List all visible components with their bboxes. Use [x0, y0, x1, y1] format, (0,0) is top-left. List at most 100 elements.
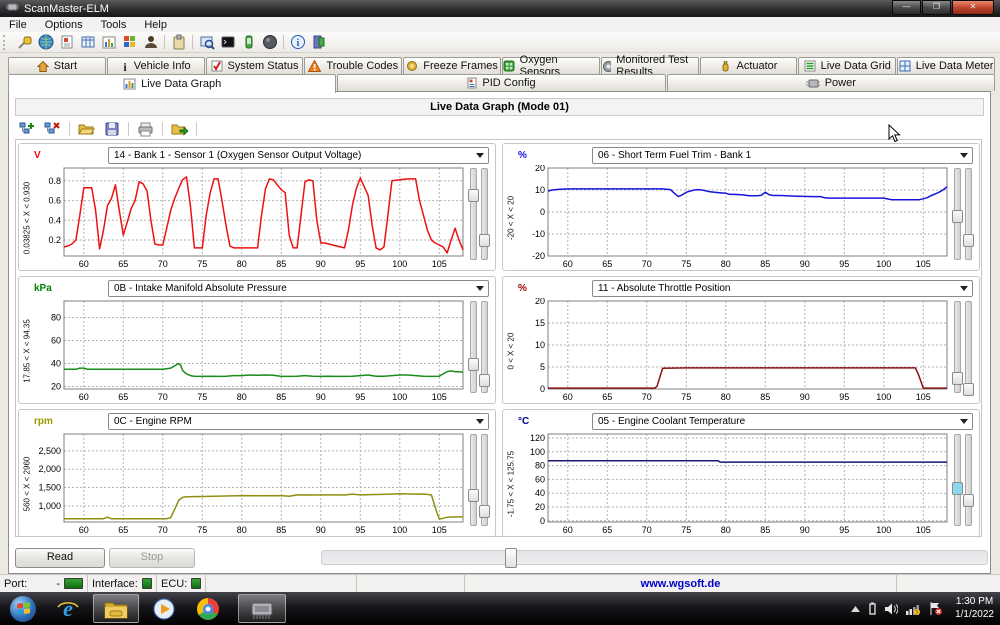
- tab-oxygen-sensors[interactable]: Oxygen Sensors: [502, 57, 600, 74]
- search-window-icon[interactable]: [196, 33, 217, 51]
- svg-text:60: 60: [79, 392, 89, 402]
- title-bar: ScanMaster-ELM — ❐ ✕: [0, 0, 1000, 17]
- live-data-grid-icon: [804, 60, 816, 72]
- menu-tools[interactable]: Tools: [92, 19, 136, 31]
- scale-slider[interactable]: [965, 168, 972, 260]
- y-range-label: 17.85 < X < 94.35: [20, 298, 34, 403]
- mouse-cursor: [888, 124, 901, 144]
- close-button[interactable]: ✕: [952, 0, 994, 15]
- taskbar-chrome-icon[interactable]: [192, 594, 224, 623]
- tab-trouble-codes[interactable]: Trouble Codes: [304, 57, 402, 74]
- svg-text:85: 85: [276, 392, 286, 402]
- menu-file[interactable]: File: [0, 19, 36, 31]
- svg-text:100: 100: [876, 392, 891, 402]
- website-link[interactable]: www.wgsoft.de: [469, 578, 892, 590]
- tab-live-data-grid[interactable]: Live Data Grid: [798, 57, 896, 74]
- pid-select[interactable]: 11 - Absolute Throttle Position: [592, 280, 973, 297]
- export-icon[interactable]: [169, 120, 190, 138]
- data-grid-icon[interactable]: [77, 33, 98, 51]
- tab-power[interactable]: Power: [667, 74, 995, 91]
- scale-slider[interactable]: [470, 301, 477, 393]
- ball-icon[interactable]: [259, 33, 280, 51]
- battery-icon[interactable]: [868, 602, 877, 615]
- tab-start[interactable]: Start: [8, 57, 106, 74]
- menu-options[interactable]: Options: [36, 19, 92, 31]
- tab-vehicle-info[interactable]: iVehicle Info: [107, 57, 205, 74]
- terminal-icon[interactable]: [217, 33, 238, 51]
- user-icon[interactable]: [140, 33, 161, 51]
- connect-icon[interactable]: [14, 33, 35, 51]
- pid-select[interactable]: 14 - Bank 1 - Sensor 1 (Oxygen Sensor Ou…: [108, 147, 489, 164]
- svg-text:105: 105: [432, 259, 447, 269]
- scale-slider[interactable]: [481, 301, 488, 393]
- svg-text:20: 20: [535, 165, 545, 173]
- exit-icon[interactable]: [308, 33, 329, 51]
- tab-live-data-graph[interactable]: Live Data Graph: [8, 74, 336, 93]
- print-icon[interactable]: [135, 120, 156, 138]
- volume-icon[interactable]: [885, 603, 898, 615]
- svg-text:90: 90: [800, 259, 810, 269]
- chevron-down-icon: [960, 419, 968, 424]
- plot-area: 60657075808590951001050.20.40.60.8: [34, 165, 466, 269]
- clipboard-icon[interactable]: [168, 33, 189, 51]
- scale-slider[interactable]: [470, 434, 477, 526]
- chevron-down-icon: [476, 286, 484, 291]
- web-icon[interactable]: [35, 33, 56, 51]
- scale-slider[interactable]: [965, 301, 972, 393]
- tab-system-status[interactable]: System Status: [206, 57, 304, 74]
- scale-slider[interactable]: [470, 168, 477, 260]
- tab-actuator[interactable]: Actuator: [700, 57, 798, 74]
- tab-live-data-meter[interactable]: Live Data Meter: [897, 57, 995, 74]
- interface-status: Interface:: [88, 575, 157, 592]
- scale-slider[interactable]: [481, 434, 488, 526]
- chevron-down-icon: [960, 286, 968, 291]
- svg-text:10: 10: [535, 340, 545, 350]
- svg-text:70: 70: [642, 392, 652, 402]
- scale-slider[interactable]: [954, 434, 961, 526]
- gear-icon: [602, 60, 611, 73]
- scale-slider[interactable]: [481, 168, 488, 260]
- svg-text:70: 70: [158, 525, 168, 535]
- taskbar-explorer-icon[interactable]: [93, 594, 139, 623]
- scale-slider[interactable]: [954, 301, 961, 393]
- svg-text:-10: -10: [532, 229, 545, 239]
- open-icon[interactable]: [76, 120, 97, 138]
- tab-pid-config[interactable]: PID Config: [337, 74, 665, 91]
- save-icon[interactable]: [101, 120, 122, 138]
- start-orb[interactable]: [8, 594, 38, 623]
- svg-text:1,500: 1,500: [38, 483, 61, 493]
- action-center-flag-icon[interactable]: [929, 602, 942, 615]
- tab-monitored-test-results[interactable]: Monitored Test Results: [601, 57, 699, 74]
- info-icon[interactable]: i: [287, 33, 308, 51]
- remove-graph-icon[interactable]: [42, 120, 63, 138]
- read-button[interactable]: Read: [15, 548, 105, 568]
- taskbar-scanmaster-icon[interactable]: [238, 594, 286, 623]
- report-icon[interactable]: [56, 33, 77, 51]
- pid-select[interactable]: 0C - Engine RPM: [108, 413, 489, 430]
- add-graph-icon[interactable]: [17, 120, 38, 138]
- minimize-button[interactable]: —: [892, 0, 921, 15]
- pid-select[interactable]: 06 - Short Term Fuel Trim - Bank 1: [592, 147, 973, 164]
- scale-slider[interactable]: [965, 434, 972, 526]
- tab-freeze-frames[interactable]: Freeze Frames: [403, 57, 501, 74]
- maximize-button[interactable]: ❐: [922, 0, 951, 15]
- taskbar-ie-icon[interactable]: e: [52, 594, 84, 623]
- pid-select[interactable]: 0B - Intake Manifold Absolute Pressure: [108, 280, 489, 297]
- windows-icon[interactable]: [119, 33, 140, 51]
- menu-help[interactable]: Help: [135, 19, 176, 31]
- y-range-label: -1.75 < X < 125.75: [504, 431, 518, 536]
- tray-expand-icon[interactable]: [851, 606, 860, 612]
- time-scroll-thumb[interactable]: [505, 548, 517, 568]
- scale-slider[interactable]: [954, 168, 961, 260]
- time-scroll-slider[interactable]: [321, 550, 988, 565]
- chart-unit: kPa: [20, 283, 108, 294]
- network-icon[interactable]: !: [906, 603, 921, 615]
- chart-engine-rpm: rpm 0C - Engine RPM 560 < X < 2960 60657…: [18, 409, 496, 537]
- device-icon[interactable]: [238, 33, 259, 51]
- taskbar-media-player-icon[interactable]: [148, 594, 180, 623]
- stop-button[interactable]: Stop: [109, 548, 195, 568]
- pid-select[interactable]: 05 - Engine Coolant Temperature: [592, 413, 973, 430]
- taskbar-clock[interactable]: 1:30 PM 1/1/2022: [955, 595, 994, 621]
- svg-text:75: 75: [681, 392, 691, 402]
- bar-chart-icon[interactable]: [98, 33, 119, 51]
